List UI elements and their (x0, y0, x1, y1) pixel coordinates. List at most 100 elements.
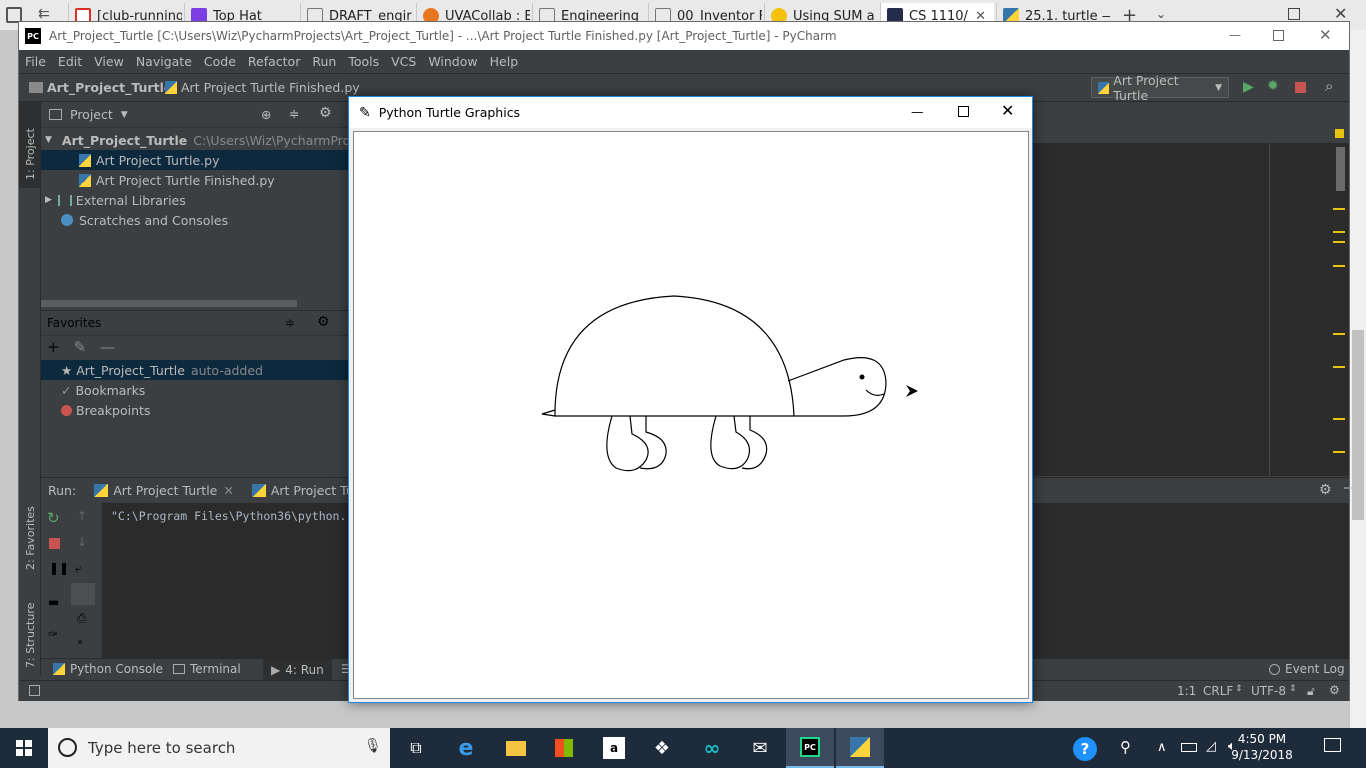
menu-view[interactable]: View (88, 54, 130, 69)
taskbar-arduino[interactable]: ∞ (688, 728, 736, 768)
tree-file-1[interactable]: Art Project Turtle.py (41, 150, 351, 170)
taskbar-edge[interactable]: e (442, 728, 490, 768)
breadcrumb-file[interactable]: Art Project Turtle Finished.py (181, 80, 360, 95)
print-icon[interactable]: ⎙ (77, 611, 87, 626)
gear-icon[interactable]: ⚙ (319, 105, 332, 121)
remove-icon[interactable]: — (100, 338, 115, 356)
down-arrow-icon[interactable]: ↓ (77, 535, 87, 549)
code-editor[interactable] (1033, 123, 1349, 476)
run-icon[interactable]: ▶ (1243, 79, 1254, 95)
menu-help[interactable]: Help (484, 54, 525, 69)
pin-icon[interactable]: ✑ (48, 627, 58, 641)
tree-scratches[interactable]: Scratches and Consoles (41, 210, 351, 230)
close-icon[interactable]: ✕ (1001, 101, 1014, 120)
maximize-icon[interactable] (958, 106, 969, 117)
tab-terminal[interactable]: Terminal (173, 662, 241, 676)
taskbar-amazon[interactable]: a (590, 728, 638, 768)
caret-position[interactable]: 1:1 (1177, 684, 1196, 698)
minimize-icon[interactable]: — (911, 104, 924, 119)
horizontal-scrollbar[interactable] (41, 300, 297, 307)
locate-icon[interactable]: ⊕ (261, 107, 271, 122)
taskbar-pycharm[interactable]: PC (786, 728, 834, 768)
layout-icon[interactable]: ▬ (48, 595, 59, 609)
notifications-icon[interactable] (1324, 738, 1341, 752)
taskbar-python[interactable] (836, 728, 884, 768)
microphone-icon[interactable]: 🎙︎ (364, 738, 382, 754)
debug-icon[interactable]: ✹ (1267, 78, 1279, 94)
turtle-canvas[interactable] (353, 131, 1029, 699)
up-arrow-icon[interactable]: ↑ (77, 509, 87, 523)
menu-vcs[interactable]: VCS (385, 54, 422, 69)
tab-python-console[interactable]: Python Console (53, 662, 163, 676)
minimize-icon[interactable]: — (1229, 28, 1241, 42)
back-tabs-icon[interactable]: ⇇ (38, 6, 50, 22)
taskbar-search[interactable]: Type here to search 🎙︎ (48, 728, 390, 768)
start-button[interactable] (0, 728, 48, 768)
maximize-icon[interactable] (1273, 30, 1284, 41)
run-tab-1[interactable]: Art Project Turtle (113, 483, 217, 498)
favorite-breakpoints[interactable]: Breakpoints (41, 400, 351, 420)
tool-favorites[interactable]: 2: Favorites (19, 490, 40, 580)
warning-marker-icon[interactable] (1335, 129, 1344, 138)
menu-window[interactable]: Window (422, 54, 483, 69)
tree-external-libraries[interactable]: ▶ External Libraries (41, 190, 351, 210)
inspector-icon[interactable]: ⚙ (1329, 683, 1340, 697)
chevron-down-icon[interactable]: ⌄ (1156, 7, 1166, 21)
scroll-to-end-icon[interactable] (71, 583, 95, 605)
battery-icon[interactable] (1181, 743, 1197, 752)
gear-icon[interactable]: ⚙ (1319, 482, 1332, 498)
chevron-down-icon[interactable]: ▼ (121, 110, 128, 120)
gear-icon[interactable]: ⚙ (317, 314, 330, 330)
menu-code[interactable]: Code (198, 54, 242, 69)
add-icon[interactable]: + (47, 338, 60, 356)
favorite-bookmarks[interactable]: ✓ Bookmarks (41, 380, 351, 400)
close-icon[interactable]: ✕ (1319, 26, 1332, 44)
help-icon[interactable]: ? (1073, 737, 1097, 761)
line-separator[interactable]: CRLF (1203, 684, 1233, 698)
soft-wrap-icon[interactable]: ⤶ (75, 561, 82, 576)
taskbar-dropbox[interactable]: ❖ (638, 728, 686, 768)
task-view-button[interactable]: ⧉ (392, 728, 440, 768)
python-file-icon (79, 153, 91, 167)
stop-icon[interactable] (1295, 82, 1306, 93)
taskbar-mail[interactable]: ✉ (736, 728, 784, 768)
editor-scrollbar[interactable] (1336, 147, 1345, 191)
more-icon[interactable]: » (77, 637, 83, 648)
close-tab-icon[interactable]: ✕ (223, 483, 233, 498)
pause-icon[interactable]: ❚❚ (49, 561, 69, 575)
collapse-icon[interactable]: ≑ (285, 316, 295, 330)
rerun-icon[interactable]: ↻ (47, 509, 60, 527)
python-icon (850, 737, 870, 757)
breadcrumb-project[interactable]: Art_Project_Turtle (47, 80, 172, 95)
tool-project[interactable]: 1: Project (19, 102, 40, 188)
tool-structure[interactable]: 7: Structure (19, 590, 40, 670)
run-config-select[interactable]: Art Project Turtle ▼ (1091, 73, 1229, 103)
collapse-icon[interactable]: ≑ (289, 106, 299, 121)
layout-toggle-icon[interactable] (29, 685, 40, 696)
browser-scrollbar[interactable] (1350, 30, 1366, 728)
menu-run[interactable]: Run (306, 54, 342, 69)
search-icon[interactable]: ⌕ (1325, 77, 1333, 95)
taskbar-store[interactable] (540, 728, 588, 768)
chevron-up-icon[interactable]: ∧ (1157, 740, 1167, 755)
tree-file-2[interactable]: Art Project Turtle Finished.py (41, 170, 351, 190)
menu-navigate[interactable]: Navigate (130, 54, 198, 69)
hide-icon[interactable]: — (1343, 480, 1357, 496)
favorite-project[interactable]: ★ Art_Project_Turtle auto-added (41, 360, 351, 380)
clock[interactable]: 4:50 PM 9/13/2018 (1210, 731, 1314, 763)
tree-root[interactable]: ▼ Art_Project_Turtle C:\Users\Wiz\Pychar… (41, 130, 380, 150)
menu-file[interactable]: File (19, 54, 52, 69)
menu-edit[interactable]: Edit (52, 54, 88, 69)
cortana-icon (58, 738, 77, 757)
file-encoding[interactable]: UTF-8 (1251, 684, 1286, 698)
lock-icon[interactable]: 🔓︎ (1307, 684, 1315, 699)
menu-refactor[interactable]: Refactor (242, 54, 306, 69)
restore-icon[interactable] (1288, 8, 1300, 20)
stop-icon[interactable] (49, 538, 60, 549)
people-icon[interactable]: ⚲ (1120, 738, 1131, 756)
edit-icon[interactable]: ✎ (74, 338, 87, 356)
tab-event-log[interactable]: Event Log (1269, 662, 1345, 676)
menu-tools[interactable]: Tools (342, 54, 385, 69)
taskbar-explorer[interactable] (492, 728, 540, 768)
tab-run[interactable]: ▶ 4: Run (263, 659, 332, 680)
